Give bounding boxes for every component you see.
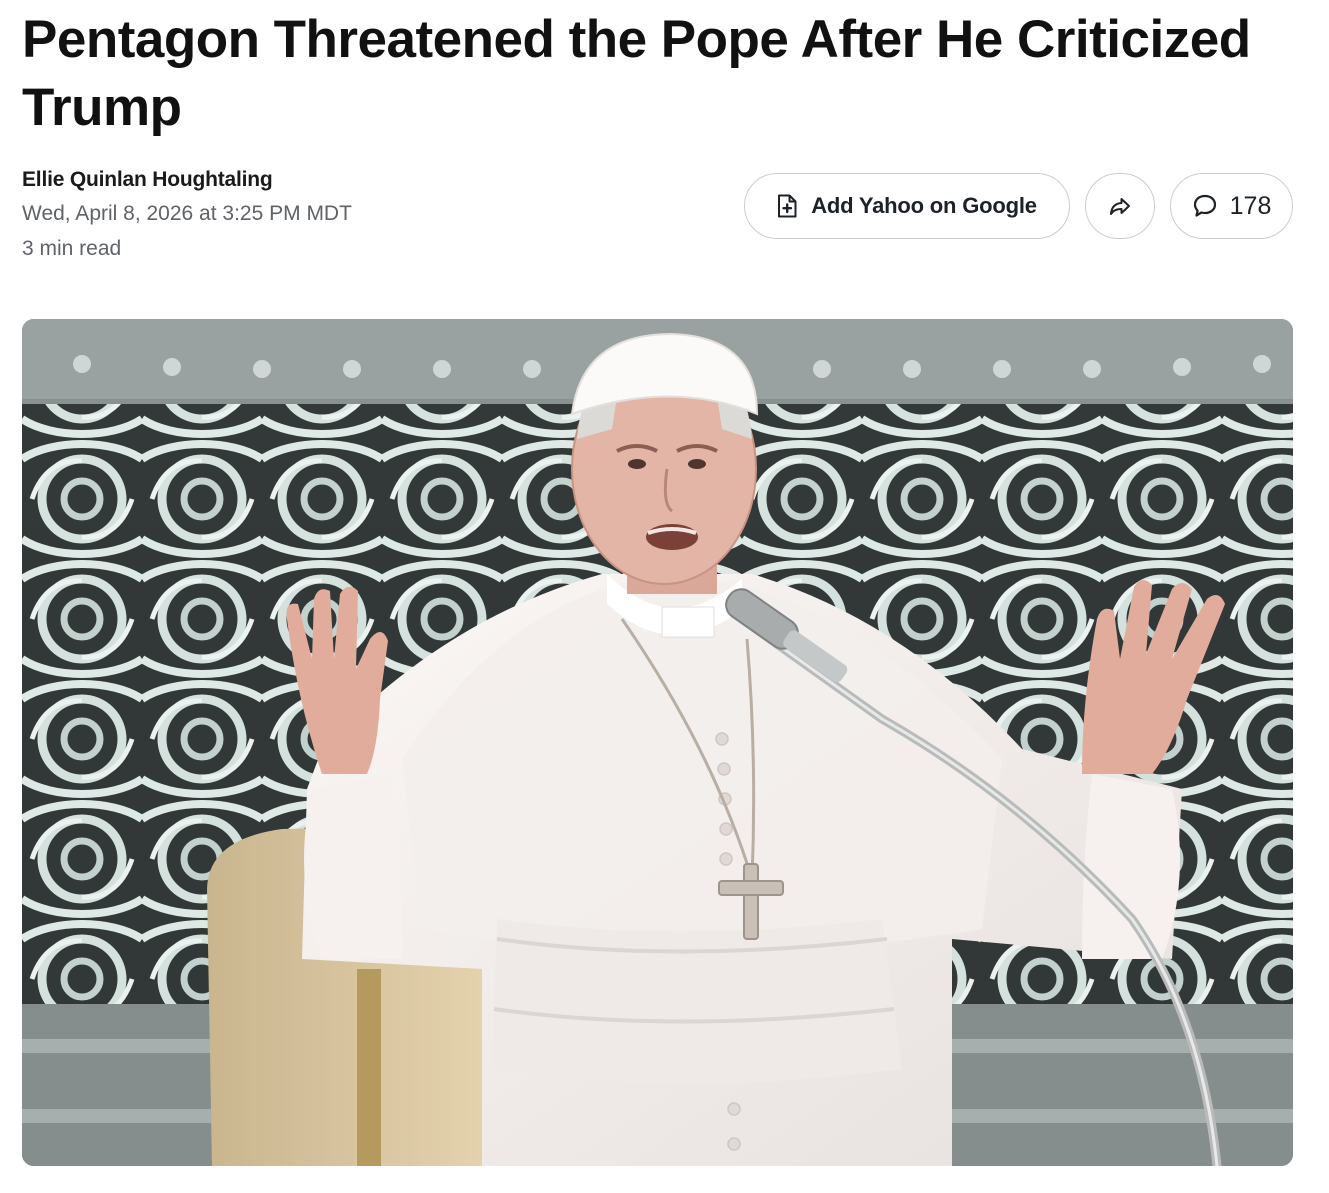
- article-headline: Pentagon Threatened the Pope After He Cr…: [22, 10, 1251, 137]
- article-author[interactable]: Ellie Quinlan Houghtaling: [22, 168, 273, 192]
- add-yahoo-on-google-button[interactable]: Add Yahoo on Google: [744, 173, 1070, 239]
- article-page: Pentagon Threatened the Pope After He Cr…: [0, 0, 1329, 1193]
- article-read-time: 3 min read: [22, 237, 122, 260]
- comment-count: 178: [1229, 191, 1272, 220]
- hero-image[interactable]: [22, 319, 1293, 1166]
- share-arrow-icon: [1109, 196, 1131, 216]
- document-plus-icon: [777, 194, 797, 218]
- share-button[interactable]: [1085, 173, 1155, 239]
- pope-speaking-photo: [22, 319, 1293, 1166]
- comments-button[interactable]: 178: [1170, 173, 1293, 239]
- add-yahoo-on-google-label: Add Yahoo on Google: [811, 193, 1037, 218]
- speech-bubble-icon: [1192, 193, 1218, 219]
- article-date: Wed, April 8, 2026 at 3:25 PM MDT: [22, 202, 352, 225]
